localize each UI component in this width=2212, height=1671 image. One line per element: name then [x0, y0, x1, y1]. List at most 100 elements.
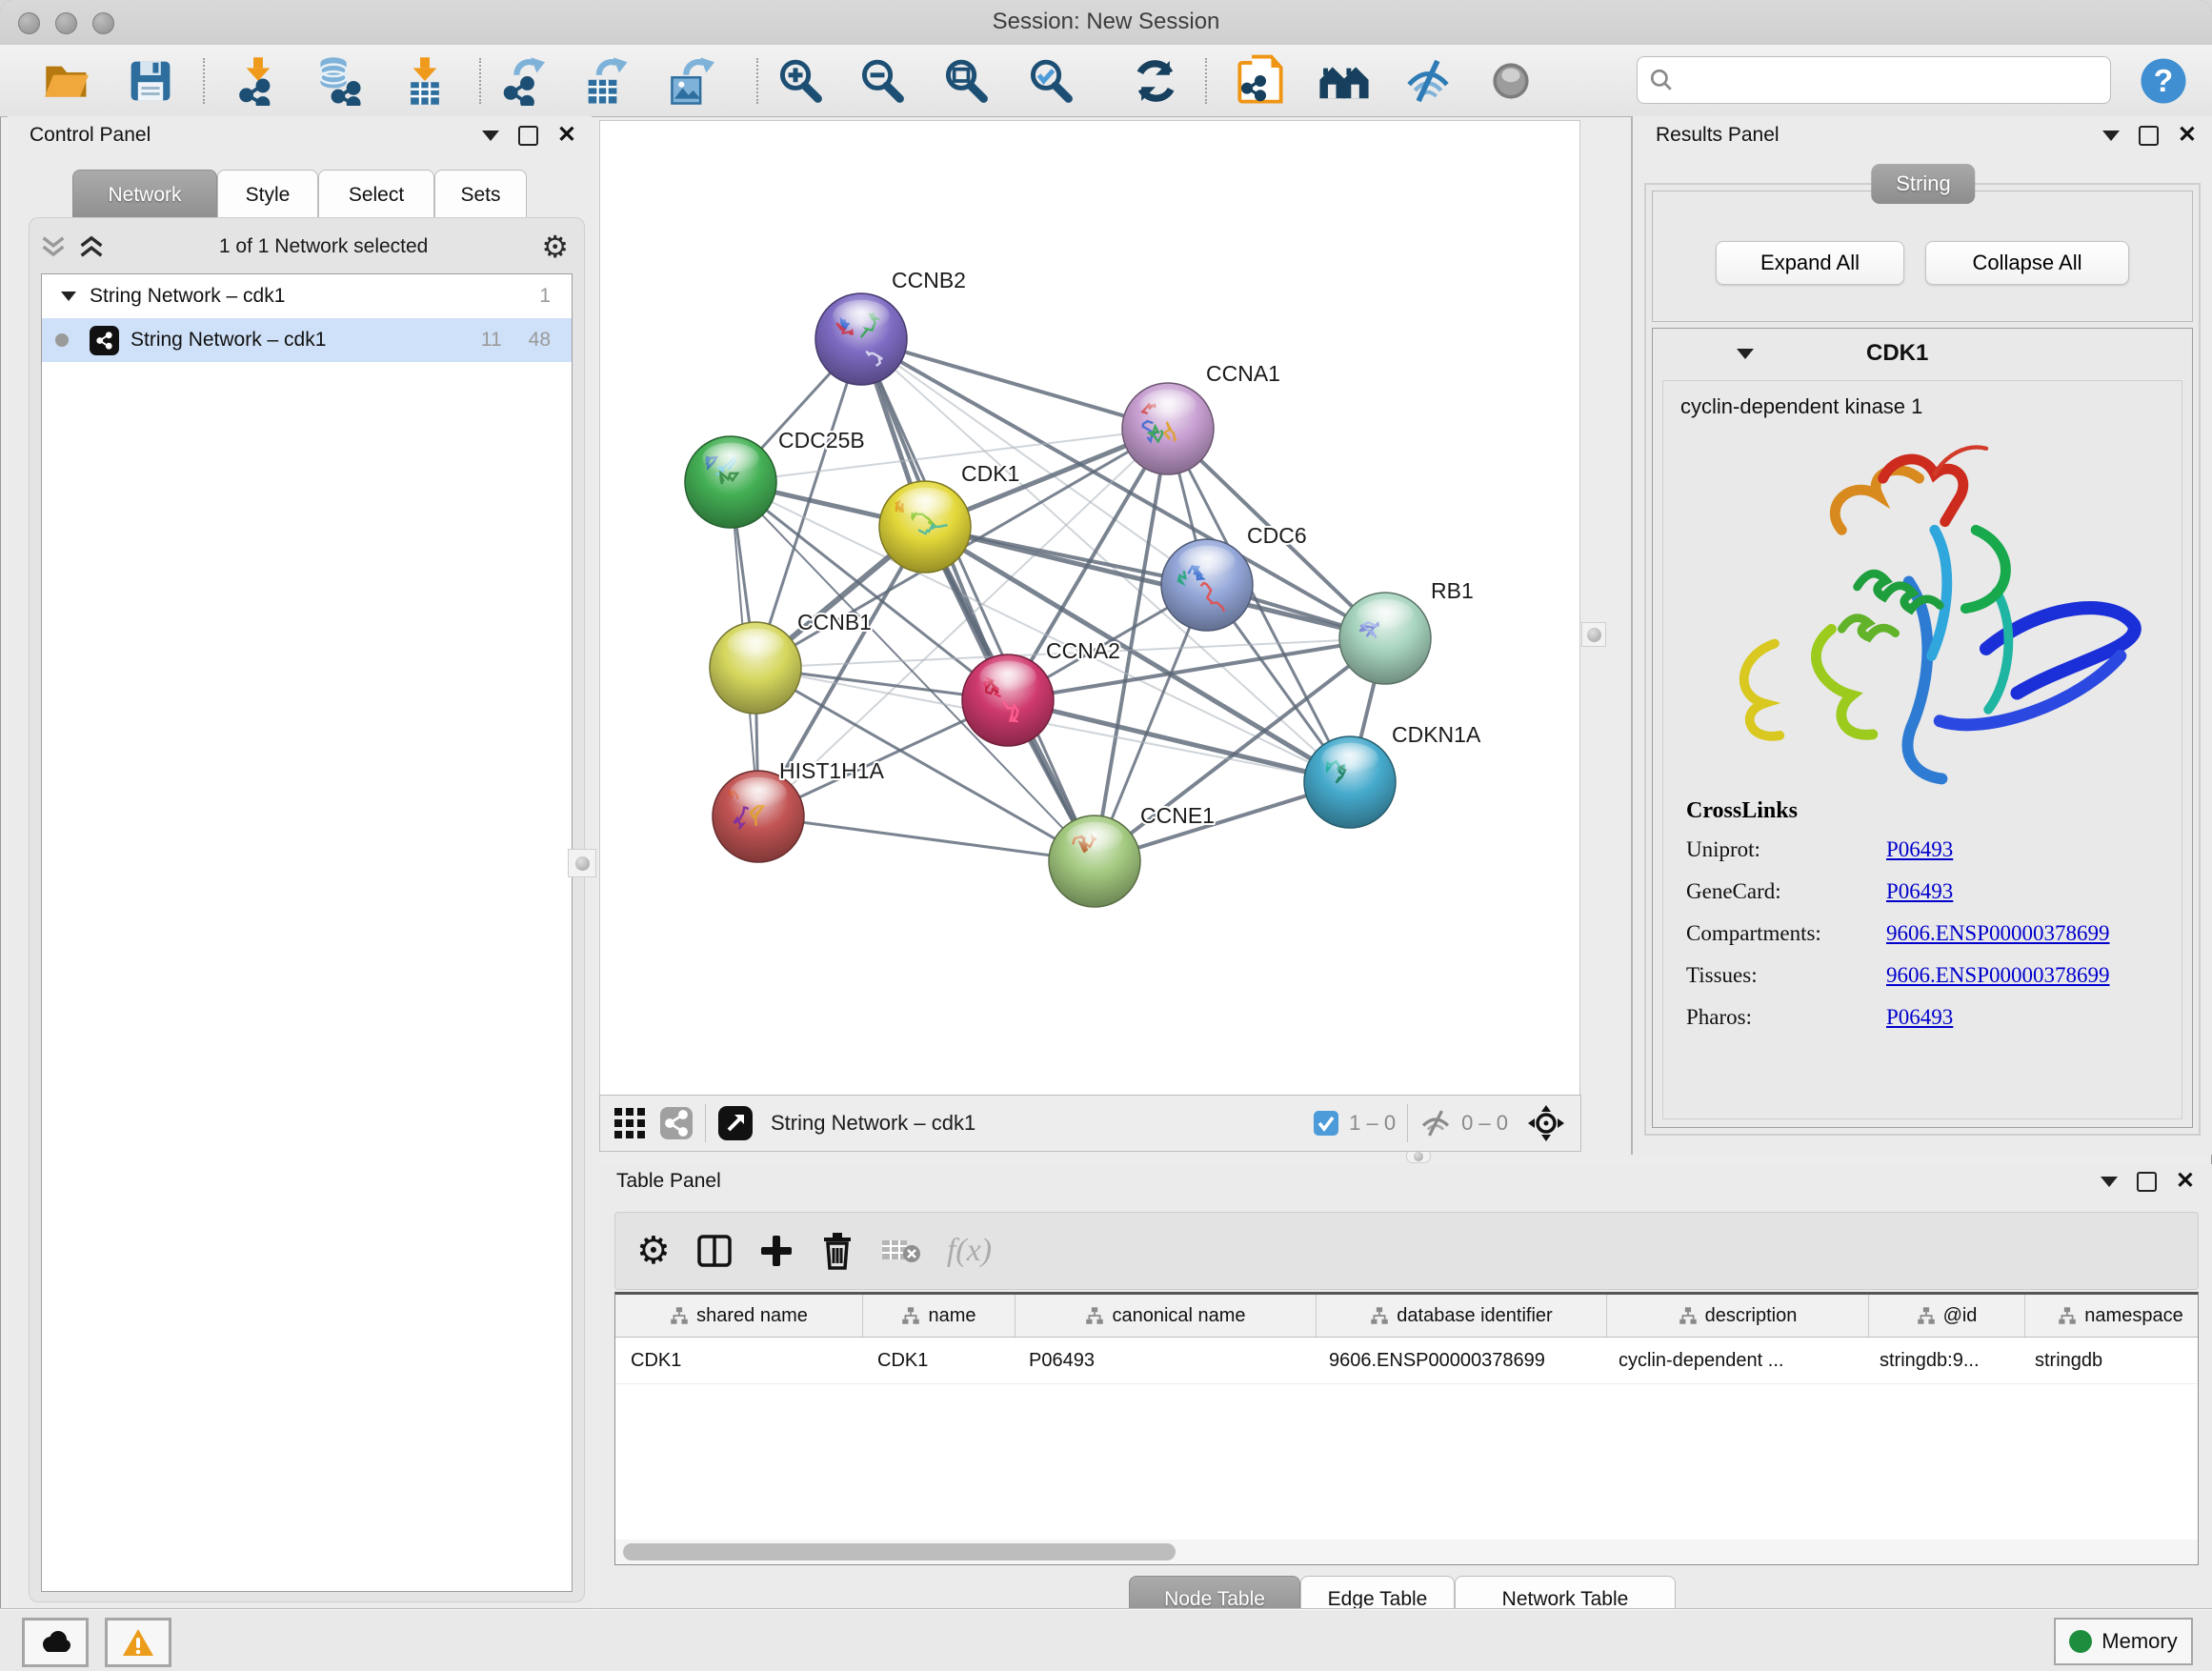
import-table-file-icon[interactable] [395, 54, 454, 108]
gene-details: cyclin-dependent kinase 1 [1662, 380, 2182, 1119]
expand-all-button[interactable]: Expand All [1716, 241, 1904, 285]
collapse-all-button[interactable]: Collapse All [1925, 241, 2129, 285]
delete-table-icon[interactable] [880, 1235, 922, 1267]
network-edge[interactable] [758, 816, 1095, 861]
refresh-icon[interactable] [1126, 54, 1185, 108]
export-table-icon[interactable] [575, 54, 634, 108]
node-label: CDC6 [1247, 523, 1307, 548]
table-cell[interactable]: P06493 [1014, 1338, 1314, 1383]
close-panel-icon[interactable]: ✕ [2178, 124, 2197, 147]
function-builder-icon[interactable]: f(x) [947, 1233, 992, 1269]
network-node-cdk1[interactable]: CDK1 [879, 461, 1019, 573]
splitter-grip-left[interactable] [568, 849, 596, 877]
collapse-gene-icon[interactable] [1737, 349, 1754, 359]
panel-menu-icon[interactable] [2102, 131, 2120, 141]
network-share-view-icon[interactable] [659, 1106, 694, 1140]
column-header-canonical-name[interactable]: canonical name [1016, 1295, 1317, 1337]
toolbar-separator [203, 58, 205, 104]
close-panel-icon[interactable]: ✕ [2176, 1170, 2195, 1193]
network-edge[interactable] [861, 339, 1095, 861]
show-columns-icon[interactable] [695, 1232, 734, 1270]
table-cell[interactable]: cyclin-dependent ... [1603, 1338, 1864, 1383]
document-share-icon[interactable] [1231, 54, 1290, 108]
hidden-eye-slash-icon[interactable] [1419, 1107, 1452, 1139]
hidden-node-edge-counts: 0 – 0 [1461, 1111, 1508, 1136]
network-node-ccnb2[interactable]: CCNB2 [815, 268, 966, 385]
close-panel-icon[interactable]: ✕ [557, 124, 576, 147]
export-network-icon[interactable] [495, 54, 554, 108]
column-header-namespace[interactable]: namespace [2025, 1295, 2212, 1337]
float-panel-icon[interactable] [2137, 1172, 2157, 1192]
network-node-rb1[interactable]: RB1 [1339, 578, 1474, 684]
table-cell[interactable]: CDK1 [615, 1338, 862, 1383]
tab-network[interactable]: Network [72, 170, 217, 221]
node-label: CCNA2 [1046, 638, 1120, 663]
network-collection-row[interactable]: String Network – cdk1 1 [42, 274, 572, 318]
expand-all-networks-icon[interactable] [77, 234, 106, 259]
float-panel-icon[interactable] [518, 126, 538, 146]
warnings-button[interactable] [105, 1618, 171, 1667]
network-edge[interactable] [925, 527, 1385, 638]
tab-select[interactable]: Select [318, 170, 434, 221]
create-column-icon[interactable] [758, 1233, 794, 1269]
tab-sets[interactable]: Sets [434, 170, 527, 221]
table-options-gear-icon[interactable]: ⚙ [636, 1229, 671, 1273]
network-node-ccna1[interactable]: CCNA1 [1122, 361, 1280, 474]
network-row[interactable]: String Network – cdk1 11 48 [42, 318, 572, 362]
memory-button[interactable]: Memory [2054, 1618, 2193, 1665]
selected-checkbox-icon[interactable] [1313, 1110, 1339, 1137]
zoom-out-icon[interactable] [853, 54, 912, 108]
eye-slash-icon[interactable] [1398, 54, 1458, 108]
pharos-link[interactable]: P06493 [1886, 1005, 1953, 1030]
import-network-database-icon[interactable] [309, 54, 368, 108]
zoom-selected-icon[interactable] [1021, 54, 1080, 108]
tab-string[interactable]: String [1871, 164, 1975, 204]
network-edge[interactable] [861, 339, 1168, 429]
zoom-in-icon[interactable] [771, 54, 830, 108]
table-panel-title: Table Panel [616, 1170, 721, 1193]
column-header-shared-name[interactable]: shared name [615, 1295, 863, 1337]
birdseye-view-icon[interactable] [717, 1105, 754, 1141]
tab-style[interactable]: Style [217, 170, 318, 221]
search-input[interactable] [1674, 60, 2110, 100]
genecard-link[interactable]: P06493 [1886, 879, 1953, 904]
show-graphics-details-icon[interactable] [1481, 54, 1540, 108]
column-header-database-identifier[interactable]: database identifier [1317, 1295, 1607, 1337]
column-header--id[interactable]: @id [1869, 1295, 2025, 1337]
table-cell[interactable]: stringdb [2020, 1338, 2210, 1383]
network-graph[interactable]: CCNB2CCNA1CDC25BCDK1CDC6RB1CCNB1CCNA2CDK… [600, 121, 1579, 1096]
delete-column-icon[interactable] [819, 1231, 855, 1271]
panel-menu-icon[interactable] [2101, 1177, 2118, 1187]
collapse-all-networks-icon[interactable] [39, 234, 68, 259]
toolbar-separator [705, 1104, 706, 1142]
help-icon[interactable]: ? [2134, 54, 2193, 108]
gene-section-header[interactable]: CDK1 [1653, 329, 2192, 378]
table-cell[interactable]: 9606.ENSP00000378699 [1314, 1338, 1603, 1383]
column-header-name[interactable]: name [863, 1295, 1016, 1337]
scrollbar-thumb[interactable] [623, 1543, 1176, 1560]
table-cell[interactable]: CDK1 [862, 1338, 1014, 1383]
network-node-hist1h1a[interactable]: HIST1H1A [713, 758, 885, 862]
pan-crosshair-icon[interactable] [1527, 1104, 1565, 1142]
network-view-canvas[interactable]: CCNB2CCNA1CDC25BCDK1CDC6RB1CCNB1CCNA2CDK… [599, 120, 1580, 1097]
float-panel-icon[interactable] [2139, 126, 2159, 146]
panel-menu-icon[interactable] [482, 131, 499, 141]
export-image-icon[interactable] [660, 54, 719, 108]
open-session-icon[interactable] [37, 54, 96, 108]
network-node-cdkn1a[interactable]: CDKN1A [1304, 722, 1481, 828]
column-header-description[interactable]: description [1607, 1295, 1869, 1337]
network-options-gear-icon[interactable]: ⚙ [541, 229, 569, 265]
compartments-link[interactable]: 9606.ENSP00000378699 [1886, 921, 2110, 946]
cloud-status-button[interactable] [22, 1618, 89, 1667]
home-icon[interactable] [1315, 54, 1374, 108]
zoom-fit-icon[interactable] [936, 54, 995, 108]
network-node-cdc25b[interactable]: CDC25B [685, 428, 865, 528]
table-cell[interactable]: stringdb:9... [1864, 1338, 2020, 1383]
grid-view-icon[interactable] [613, 1107, 646, 1139]
table-row[interactable]: CDK1CDK1P064939606.ENSP00000378699cyclin… [615, 1338, 2198, 1384]
import-network-file-icon[interactable] [229, 54, 288, 108]
save-session-icon[interactable] [121, 54, 180, 108]
tissues-link[interactable]: 9606.ENSP00000378699 [1886, 963, 2110, 988]
splitter-grip-right[interactable] [1581, 622, 1606, 647]
uniprot-link[interactable]: P06493 [1886, 837, 1953, 862]
